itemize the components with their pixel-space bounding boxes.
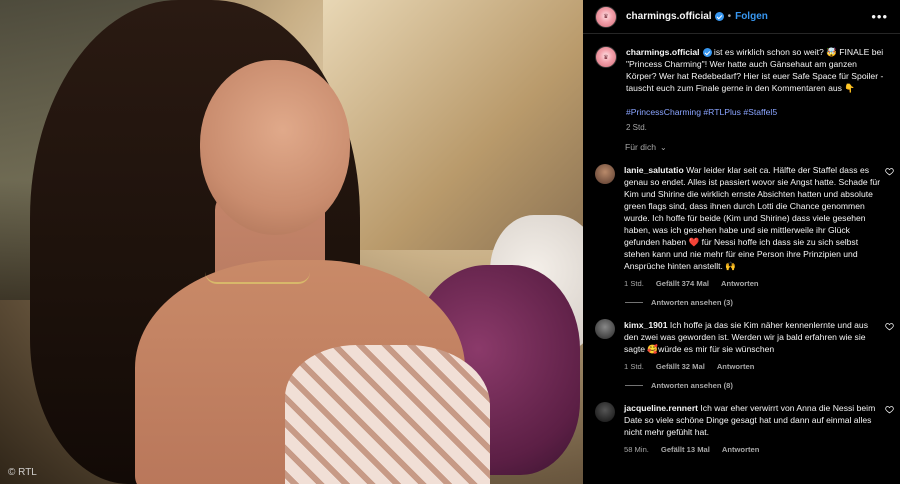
post-timestamp: 2 Std. [626, 123, 647, 132]
reply-button[interactable]: Antworten [717, 361, 755, 373]
view-replies-label: Antworten ansehen (3) [651, 298, 733, 307]
background-wall [323, 0, 583, 250]
comment-likes[interactable]: Gefällt 374 Mal [656, 278, 709, 290]
caption-username[interactable]: charmings.official [626, 47, 700, 57]
post-side-panel: ♛ charmings.official • Folgen ••• ♛ char… [583, 0, 900, 484]
comment-likes[interactable]: Gefällt 13 Mal [661, 444, 710, 456]
heart-icon[interactable] [885, 322, 894, 331]
comment-text: War leider klar seit ca. Hälfte der Staf… [624, 165, 881, 271]
commenter-avatar[interactable] [595, 402, 615, 422]
view-replies-button[interactable]: Antworten ansehen (3) [583, 290, 900, 307]
replies-divider [625, 302, 643, 303]
comment-item: kimx_1901 Ich hoffe ja das sie Kim näher… [583, 307, 900, 373]
necklace [205, 272, 310, 284]
caption-hashtags[interactable]: #PrincessCharming #RTLPlus #Staffel5 [626, 106, 888, 118]
comment-time: 1 Std. [624, 279, 644, 288]
comment-username[interactable]: jacqueline.rennert [624, 403, 698, 413]
rtl-watermark: © RTL [8, 467, 37, 478]
separator-dot: • [727, 11, 732, 22]
heart-icon[interactable] [885, 167, 894, 176]
caption-verified-icon [702, 48, 712, 58]
comment-item: lanie_salutatio War leider klar seit ca.… [583, 152, 900, 290]
comment-sort-dropdown[interactable]: Für dich ⌄ [583, 134, 900, 152]
more-options-icon[interactable]: ••• [871, 9, 888, 24]
commenter-avatar[interactable] [595, 319, 615, 339]
header-username[interactable]: charmings.official [626, 11, 712, 22]
chevron-down-icon: ⌄ [660, 142, 667, 152]
comment-username[interactable]: kimx_1901 [624, 320, 668, 330]
account-avatar[interactable]: ♛ [595, 5, 617, 28]
view-replies-label: Antworten ansehen (8) [651, 381, 733, 390]
comment-item: jacqueline.rennert Ich war eher verwirrt… [583, 390, 900, 456]
caption-avatar[interactable]: ♛ [595, 46, 617, 68]
heart-icon[interactable] [885, 405, 894, 414]
commenter-avatar[interactable] [595, 164, 615, 184]
post-caption: ♛ charmings.official ist es wirklich sch… [583, 34, 900, 134]
reply-button[interactable]: Antworten [721, 278, 759, 290]
comment-username[interactable]: lanie_salutatio [624, 165, 684, 175]
dress [285, 345, 490, 484]
comment-time: 1 Std. [624, 362, 644, 371]
verified-badge-icon [714, 12, 724, 21]
post-header: ♛ charmings.official • Folgen ••• [583, 0, 900, 34]
view-replies-button[interactable]: Antworten ansehen (8) [583, 373, 900, 390]
replies-divider [625, 385, 643, 386]
follow-button[interactable]: Folgen [735, 11, 768, 22]
reply-button[interactable]: Antworten [722, 444, 760, 456]
post-image[interactable]: © RTL [0, 0, 583, 484]
sort-label: Für dich [625, 142, 657, 152]
comment-likes[interactable]: Gefällt 32 Mal [656, 361, 705, 373]
comment-time: 58 Min. [624, 445, 649, 454]
face [200, 60, 350, 235]
